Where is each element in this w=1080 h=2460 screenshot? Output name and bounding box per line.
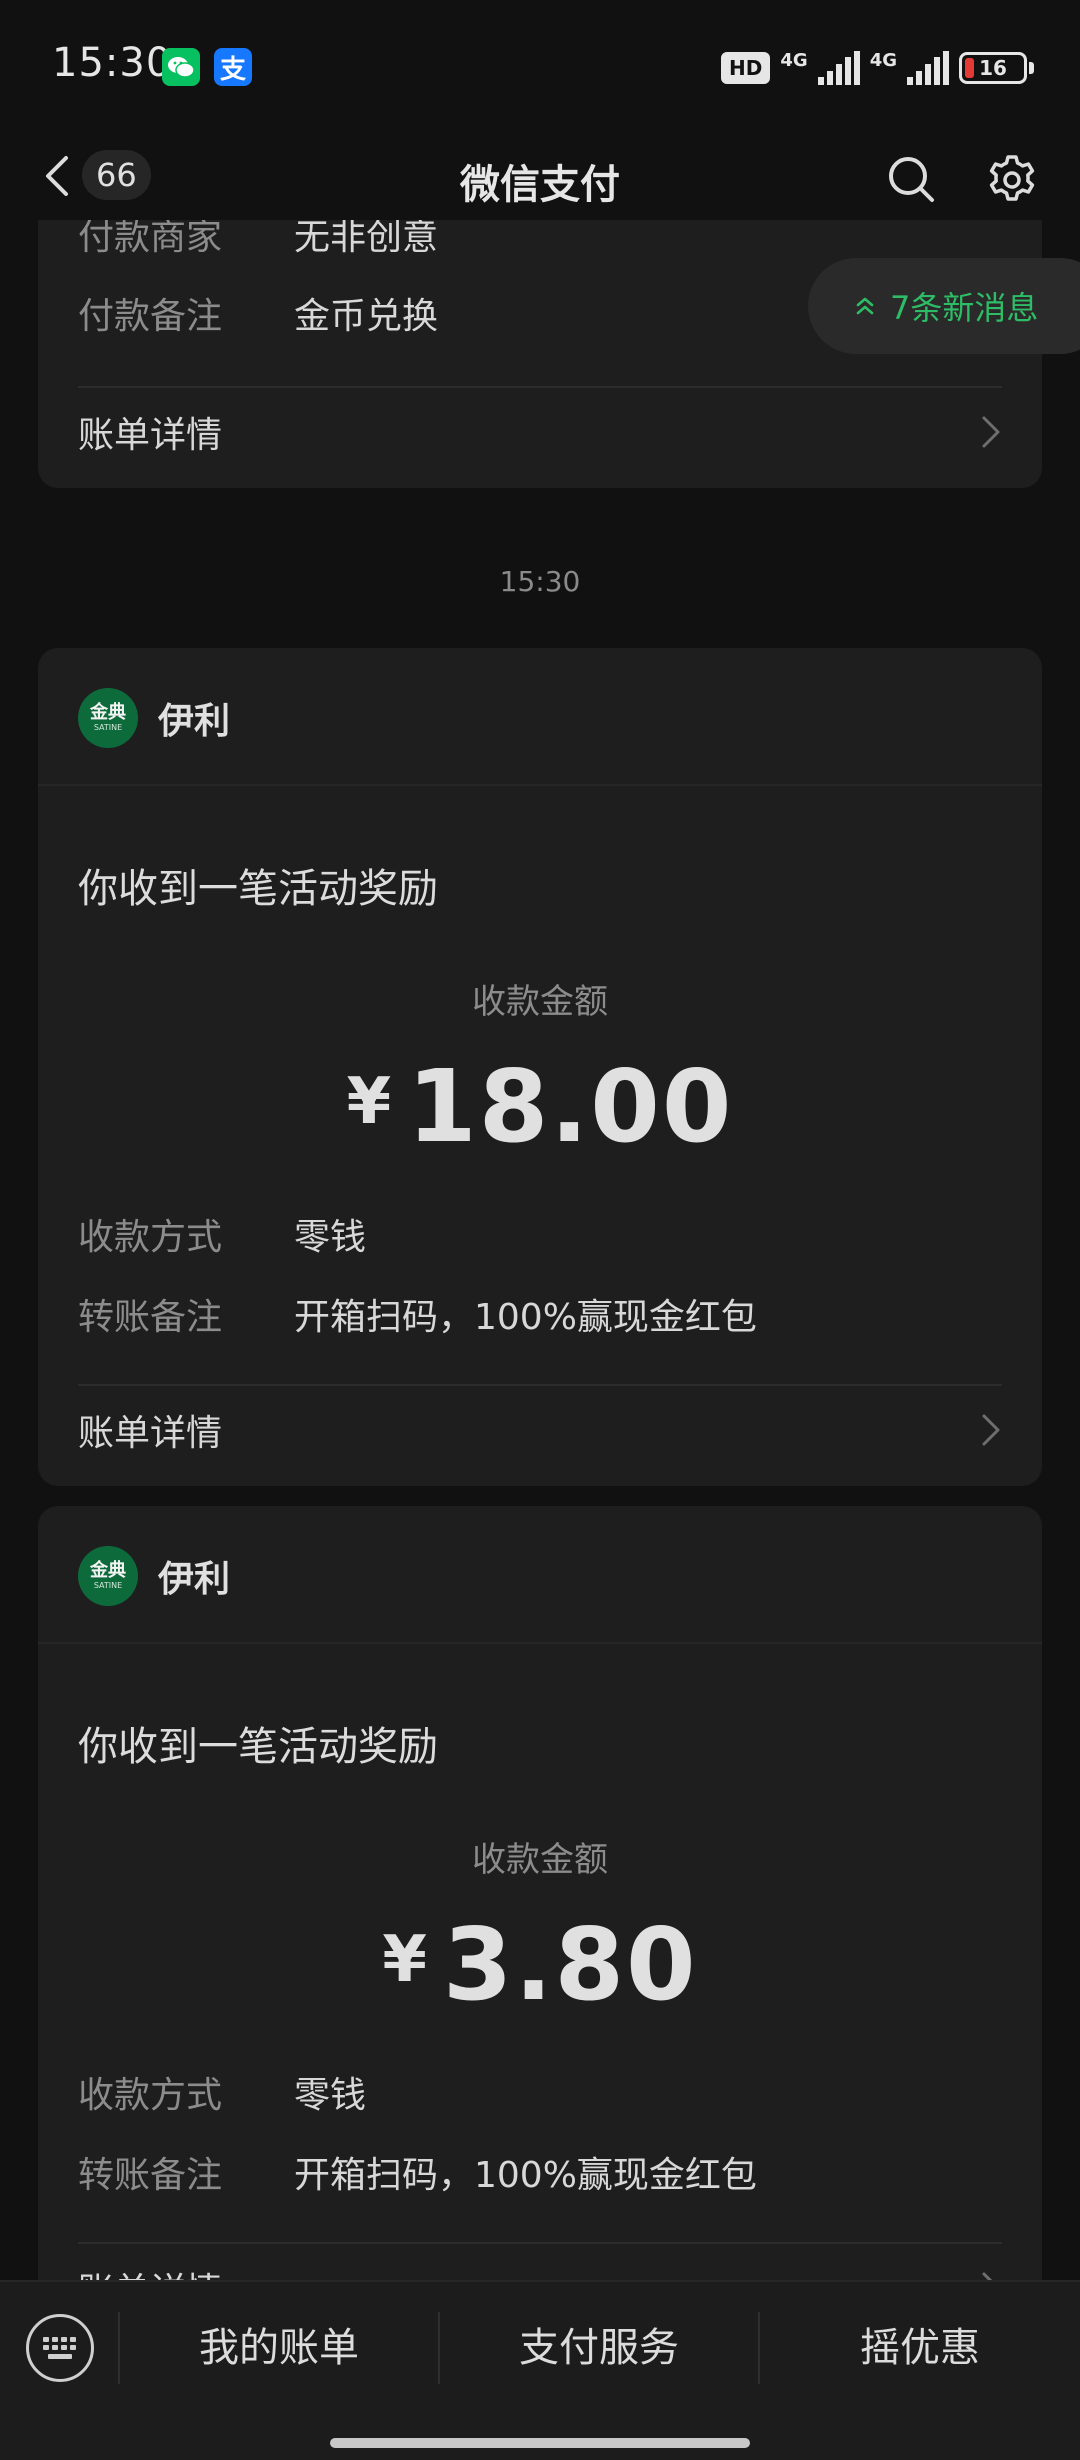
merchant-label: 付款商家 xyxy=(78,220,223,258)
payment-method-value: 零钱 xyxy=(294,2075,367,2116)
payment-card[interactable]: 金典 SATINE 伊利 你收到一笔活动奖励 收款金额 ¥3.80 收款方式 零… xyxy=(38,1506,1042,2280)
transfer-note-value: 开箱扫码，100%赢现金红包 xyxy=(294,2155,757,2196)
transfer-note-label: 转账备注 xyxy=(78,2155,223,2196)
bill-details-label: 账单详情 xyxy=(78,1413,223,1454)
new-messages-button[interactable]: 7条新消息 xyxy=(808,258,1080,354)
merchant-logo: 金典 SATINE xyxy=(78,688,138,748)
screen: 15:30 支 HD 4G 4G 16 66 微信支付 付款商家 无非创意 付款… xyxy=(0,0,1080,2460)
message-timestamp: 15:30 xyxy=(499,565,581,598)
transfer-note-row: 转账备注 开箱扫码，100%赢现金红包 xyxy=(78,1288,1002,1340)
menu-payment-services[interactable]: 支付服务 xyxy=(440,2312,758,2384)
message-list[interactable]: 付款商家 无非创意 付款备注 金币兑换 账单详情 15:30 金典 SATINE xyxy=(0,220,1080,2280)
merchant-name: 伊利 xyxy=(158,701,231,742)
merchant-row: 付款商家 无非创意 xyxy=(78,220,1002,260)
amount-label: 收款金额 xyxy=(472,982,608,1022)
battery-icon: 16 xyxy=(959,52,1027,84)
signal-icon xyxy=(817,51,860,85)
note-label: 付款备注 xyxy=(78,296,223,337)
menu-shake-offers[interactable]: 摇优惠 xyxy=(760,2312,1080,2384)
merchant-logo: 金典 SATINE xyxy=(78,1546,138,1606)
divider xyxy=(38,1642,1042,1644)
amount-value: ¥18.00 xyxy=(38,1048,1042,1165)
divider xyxy=(78,1384,1002,1386)
network-type-2: 4G xyxy=(869,49,897,71)
menu-my-bills[interactable]: 我的账单 xyxy=(120,2312,438,2384)
currency-symbol: ¥ xyxy=(346,1065,394,1139)
status-bar: 15:30 支 HD 4G 4G 16 xyxy=(0,0,1080,130)
signal-icon xyxy=(907,51,949,85)
merchant-logo-text: 金典 xyxy=(90,702,126,723)
status-indicators: HD 4G 4G 16 xyxy=(721,48,1034,88)
message-title: 你收到一笔活动奖励 xyxy=(78,866,438,912)
payment-method-value: 零钱 xyxy=(294,1217,367,1258)
chevron-right-icon xyxy=(982,1414,1000,1446)
message-title: 你收到一笔活动奖励 xyxy=(78,1724,438,1770)
merchant-logo-text: 金典 xyxy=(90,1560,126,1581)
divider xyxy=(78,386,1002,388)
hd-voice-badge: HD xyxy=(721,52,771,84)
bill-details-link[interactable]: 账单详情 xyxy=(78,1400,1002,1460)
status-time: 15:30 xyxy=(52,40,173,86)
battery-level: 16 xyxy=(979,56,1007,80)
nav-bar: 66 微信支付 xyxy=(0,130,1080,220)
merchant-header[interactable]: 金典 SATINE 伊利 xyxy=(78,1546,230,1606)
merchant-name: 伊利 xyxy=(158,1559,231,1600)
currency-symbol: ¥ xyxy=(382,1923,429,1997)
home-indicator[interactable] xyxy=(330,2438,750,2448)
bill-details-label: 账单详情 xyxy=(78,415,223,456)
payment-card[interactable]: 金典 SATINE 伊利 你收到一笔活动奖励 收款金额 ¥18.00 收款方式 … xyxy=(38,648,1042,1486)
network-type-1: 4G xyxy=(780,49,808,71)
merchant-logo-subtext: SATINE xyxy=(93,723,123,732)
wechat-notification-icon xyxy=(162,48,200,86)
divider xyxy=(78,2242,1002,2244)
note-value: 金币兑换 xyxy=(294,296,439,337)
search-icon[interactable] xyxy=(886,154,936,204)
bill-details-link[interactable]: 账单详情 xyxy=(78,402,1002,462)
chevron-right-icon xyxy=(982,2272,993,2280)
transfer-note-label: 转账备注 xyxy=(78,1297,223,1338)
transfer-note-value: 开箱扫码，100%赢现金红包 xyxy=(294,1297,757,1338)
amount-value: ¥3.80 xyxy=(38,1906,1042,2023)
chevron-right-icon xyxy=(982,416,1000,448)
payment-method-row: 收款方式 零钱 xyxy=(78,2066,1002,2118)
alipay-notification-icon: 支 xyxy=(214,48,252,86)
merchant-logo-subtext: SATINE xyxy=(93,1581,123,1590)
keyboard-icon[interactable] xyxy=(26,2314,94,2382)
divider xyxy=(38,784,1042,786)
double-chevron-up-icon xyxy=(856,297,874,315)
gear-icon[interactable] xyxy=(986,154,1038,206)
payment-method-label: 收款方式 xyxy=(78,1217,223,1258)
bill-details-label: 账单详情 xyxy=(78,2262,222,2280)
bill-details-link[interactable]: 账单详情 xyxy=(78,2258,1002,2280)
amount-number: 3.80 xyxy=(442,1906,698,2023)
bottom-menu-bar: 我的账单 支付服务 摇优惠 xyxy=(0,2280,1080,2460)
battery-cap xyxy=(1029,62,1034,74)
payment-method-label: 收款方式 xyxy=(78,2075,223,2116)
amount-number: 18.00 xyxy=(407,1048,734,1165)
new-messages-label: 7条新消息 xyxy=(890,289,1039,327)
merchant-value: 无非创意 xyxy=(294,220,439,258)
payment-method-row: 收款方式 零钱 xyxy=(78,1208,1002,1260)
merchant-header[interactable]: 金典 SATINE 伊利 xyxy=(78,688,230,748)
amount-label: 收款金额 xyxy=(472,1840,608,1880)
transfer-note-row: 转账备注 开箱扫码，100%赢现金红包 xyxy=(78,2146,1002,2198)
